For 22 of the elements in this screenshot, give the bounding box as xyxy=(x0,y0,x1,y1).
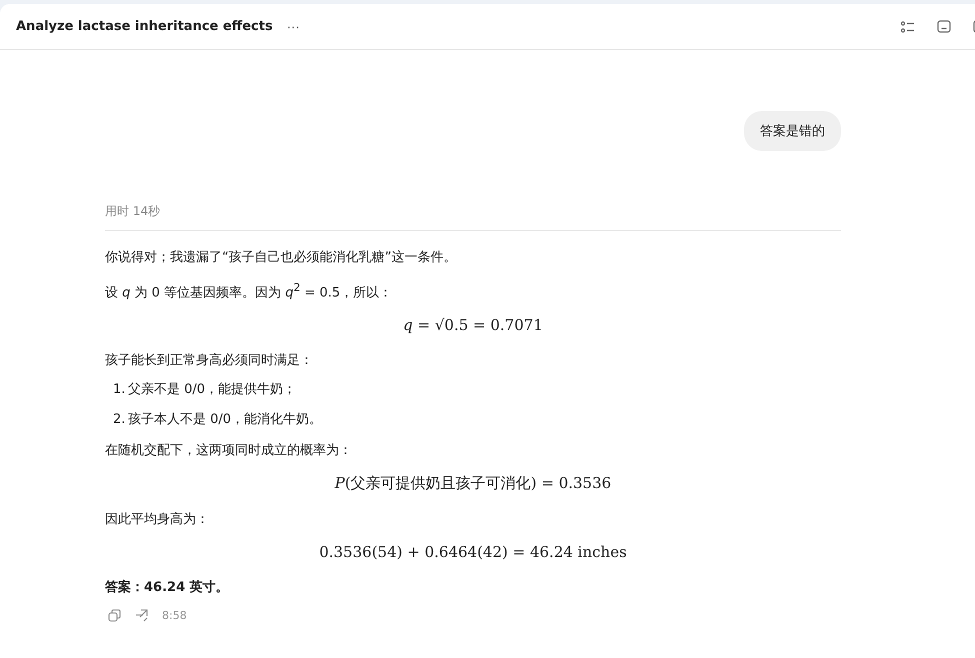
list-item-text: 孩子本人不是 0/0，能消化牛奶。 xyxy=(128,411,322,430)
message-time: 8:58 xyxy=(162,609,187,622)
list-icon[interactable] xyxy=(901,20,915,32)
more-button[interactable]: ··· xyxy=(282,17,304,36)
list-number: 2. xyxy=(113,411,126,430)
equation: P(父亲可提供奶且孩子可消化) = 0.3536 xyxy=(334,474,612,492)
user-message: 答案是错的 xyxy=(744,111,841,151)
paragraph: 因此平均身高为： xyxy=(105,511,210,530)
copy-icon[interactable] xyxy=(108,609,121,622)
chat-title: Analyze lactase inheritance effects xyxy=(16,19,273,34)
paragraph: 设 q 为 0 等位基因频率。因为 q$^{2}$ = 0.5，所以： xyxy=(105,280,394,302)
list-item-text: 父亲不是 0/0，能提供牛奶； xyxy=(128,381,296,400)
equation: 0.3536(54) + 0.6464(42) = 46.24 inches xyxy=(319,543,627,562)
share-icon[interactable] xyxy=(135,609,148,622)
paragraph: 孩子能长到正常身高必须同时满足： xyxy=(105,352,314,370)
thinking-time: 用时 14秒 xyxy=(105,203,841,231)
paragraph: 你说得对；我遗漏了“孩子自己也必须能消化乳糖”这一条件。 xyxy=(105,249,458,267)
panel-icon[interactable] xyxy=(937,20,951,33)
list-number: 1. xyxy=(113,381,126,400)
paragraph: 答案：46.24 英寸。 xyxy=(105,578,230,598)
equation: q = √0.5 = 0.7071 xyxy=(403,316,543,334)
paragraph: 在随机交配下，这两项同时成立的概率为： xyxy=(105,442,353,460)
